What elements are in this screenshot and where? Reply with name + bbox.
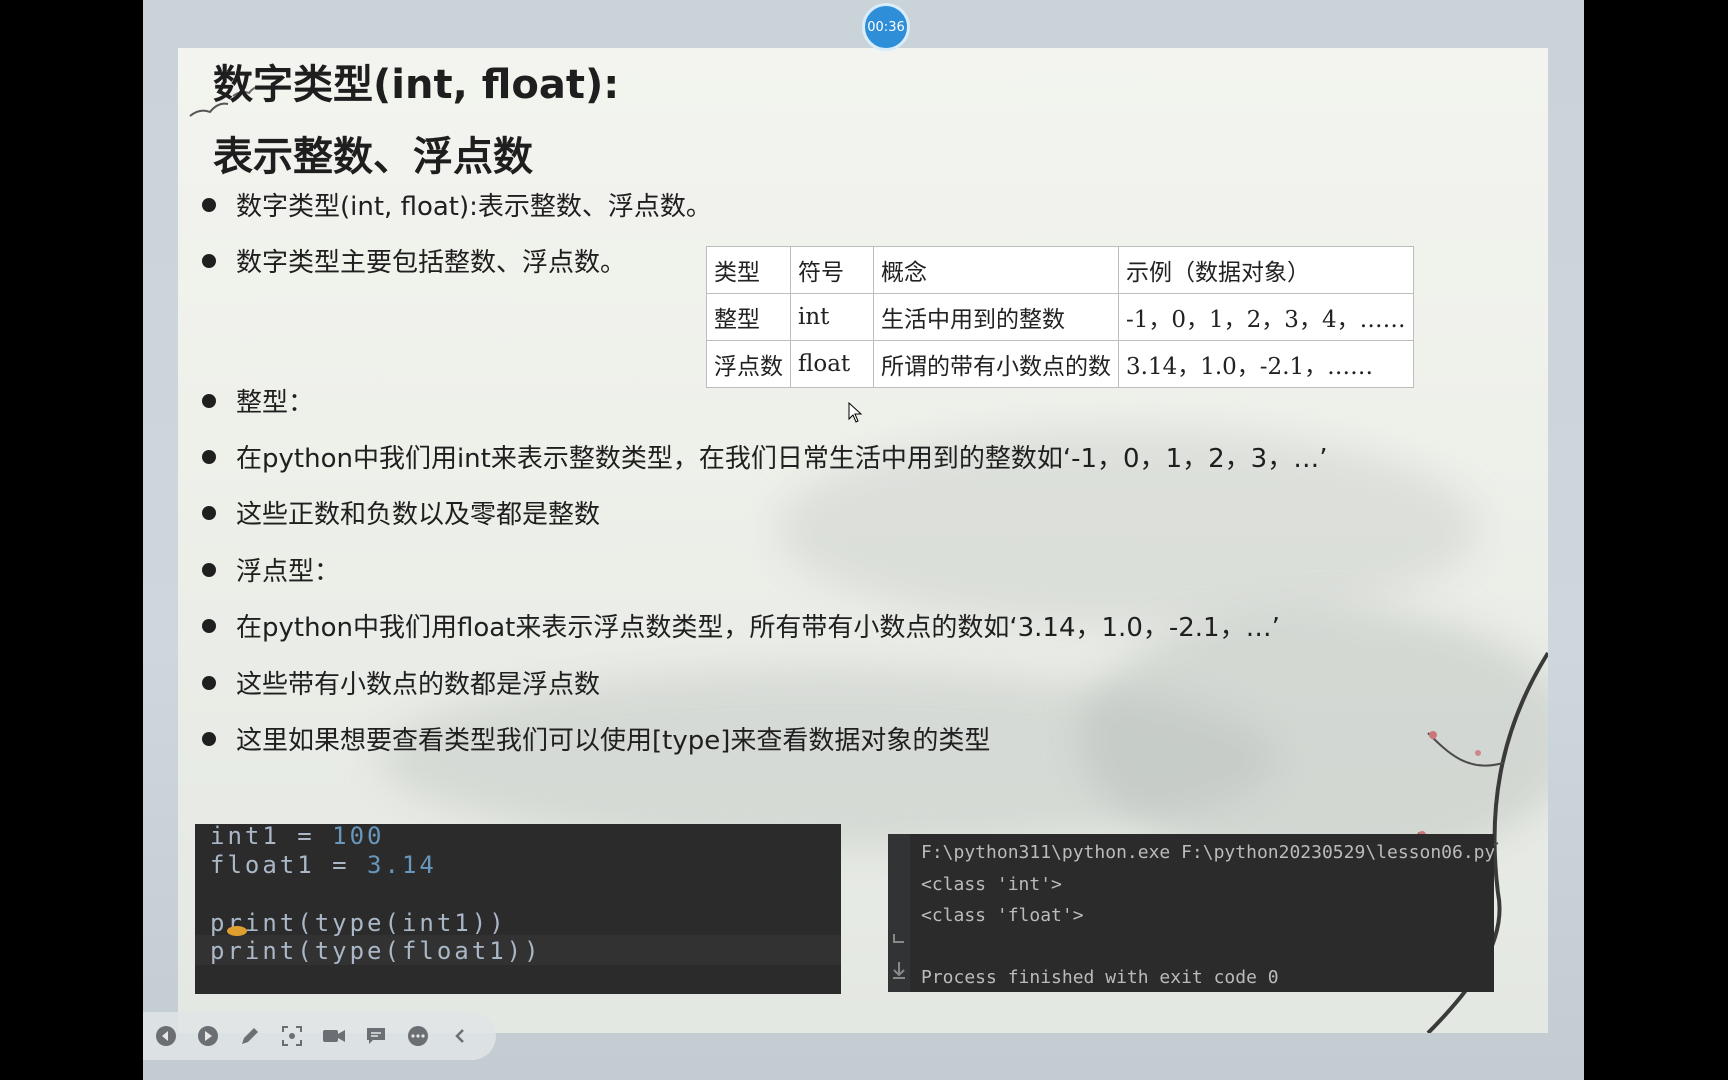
bullet-dot [202, 449, 216, 464]
table-header-cell: 类型 [706, 246, 791, 294]
bullet-text: 这些带有小数点的数都是浮点数 [236, 670, 601, 700]
comment-icon[interactable] [363, 1023, 389, 1049]
terminal-gutter [888, 834, 910, 992]
bullet-item: 数字类型主要包括整数、浮点数。 [202, 242, 626, 279]
terminal-line: <class 'float'> [921, 905, 1084, 926]
terminal-gutter-icons [893, 934, 905, 979]
code-line: int1 = 100 [210, 824, 385, 850]
bullet-dot [202, 562, 216, 577]
bullet-item: 这些正数和负数以及零都是整数 [202, 494, 600, 531]
table-cell: 3.14，1.0，-2.1，…… [1118, 340, 1414, 388]
table-cell: 生活中用到的整数 [873, 293, 1119, 341]
play-icon[interactable] [195, 1023, 221, 1049]
presentation-stage: 数字类型(int, float): 表示整数、浮点数 数字类型(int, flo… [143, 0, 1584, 1080]
terminal-line: Process finished with exit code 0 [921, 967, 1279, 988]
bullet-text: 这里如果想要查看类型我们可以使用[type]来查看数据对象的类型 [236, 726, 991, 756]
mouse-cursor-icon [848, 402, 863, 423]
bullet-item: 浮点型： [202, 551, 340, 588]
slide-subtitle: 表示整数、浮点数 [213, 134, 533, 180]
presentation-toolbar [143, 1012, 496, 1060]
code-variable: int1 = [210, 824, 333, 850]
bullet-text: 数字类型(int, float):表示整数、浮点数。 [236, 192, 712, 222]
pen-icon[interactable] [237, 1023, 263, 1049]
table-cell: -1，0，1，2，3，4，…… [1118, 293, 1414, 341]
table-cell: float [790, 340, 874, 388]
bullet-text: 这些正数和负数以及零都是整数 [236, 500, 601, 530]
bullet-dot [202, 731, 216, 746]
bullet-text: 浮点型： [236, 557, 341, 587]
table-header-cell: 概念 [873, 246, 1119, 294]
bullet-dot [202, 675, 216, 690]
bullet-text: 数字类型主要包括整数、浮点数。 [236, 248, 627, 278]
code-line: print(type(int1)) [210, 909, 507, 937]
screenshot-icon[interactable] [279, 1023, 305, 1049]
terminal-line: F:\python311\python.exe F:\python2023052… [921, 842, 1494, 863]
bullet-item: 这里如果想要查看类型我们可以使用[type]来查看数据对象的类型 [202, 720, 990, 757]
slide-title: 数字类型(int, float): [213, 62, 620, 108]
code-number: 3.14 [367, 851, 437, 879]
bullet-text: 在python中我们用float来表示浮点数类型，所有带有小数点的数如‘3.14… [236, 613, 1280, 643]
code-editor-screenshot: int1 = 100 float1 = 3.14 print(type(int1… [195, 824, 841, 994]
bullet-dot [202, 197, 216, 212]
table-header-cell: 示例（数据对象） [1118, 246, 1414, 294]
bullet-item: 数字类型(int, float):表示整数、浮点数。 [202, 186, 712, 223]
table-cell: int [790, 293, 874, 341]
timer-badge: 00:36 [862, 3, 910, 51]
bullet-item: 这些带有小数点的数都是浮点数 [202, 664, 600, 701]
code-line: print(type(float1)) [210, 937, 542, 965]
bullet-dot [202, 253, 216, 268]
table-row: 整型 int 生活中用到的整数 -1，0，1，2，3，4，…… [706, 293, 1414, 341]
camera-icon[interactable] [321, 1023, 347, 1049]
code-number: 100 [332, 824, 385, 850]
table-cell: 所谓的带有小数点的数 [873, 340, 1119, 388]
terminal-output-screenshot: F:\python311\python.exe F:\python2023052… [888, 834, 1494, 992]
bullet-text: 整型： [236, 388, 315, 418]
bullet-text: 在python中我们用int来表示整数类型，在我们日常生活中用到的整数如‘-1，… [236, 444, 1328, 474]
table-header-row: 类型 符号 概念 示例（数据对象） [706, 246, 1414, 294]
collapse-icon[interactable] [447, 1023, 473, 1049]
bullet-item: 整型： [202, 382, 314, 419]
slide: 数字类型(int, float): 表示整数、浮点数 数字类型(int, flo… [178, 48, 1548, 1033]
number-types-table: 类型 符号 概念 示例（数据对象） 整型 int 生活中用到的整数 -1，0，1… [706, 246, 1414, 388]
bullet-item: 在python中我们用float来表示浮点数类型，所有带有小数点的数如‘3.14… [202, 607, 1280, 644]
code-variable: float1 = [210, 851, 368, 879]
bullet-dot [202, 505, 216, 520]
terminal-line: <class 'int'> [921, 874, 1062, 895]
table-cell: 浮点数 [706, 340, 791, 388]
prev-icon[interactable] [153, 1023, 179, 1049]
code-line: float1 = 3.14 [210, 851, 437, 879]
bullet-dot [202, 393, 216, 408]
more-icon[interactable] [405, 1023, 431, 1049]
table-header-cell: 符号 [790, 246, 874, 294]
bulb-icon [227, 926, 247, 936]
table-cell: 整型 [706, 293, 791, 341]
bullet-item: 在python中我们用int来表示整数类型，在我们日常生活中用到的整数如‘-1，… [202, 438, 1327, 475]
table-row: 浮点数 float 所谓的带有小数点的数 3.14，1.0，-2.1，…… [706, 340, 1414, 388]
bullet-dot [202, 618, 216, 633]
